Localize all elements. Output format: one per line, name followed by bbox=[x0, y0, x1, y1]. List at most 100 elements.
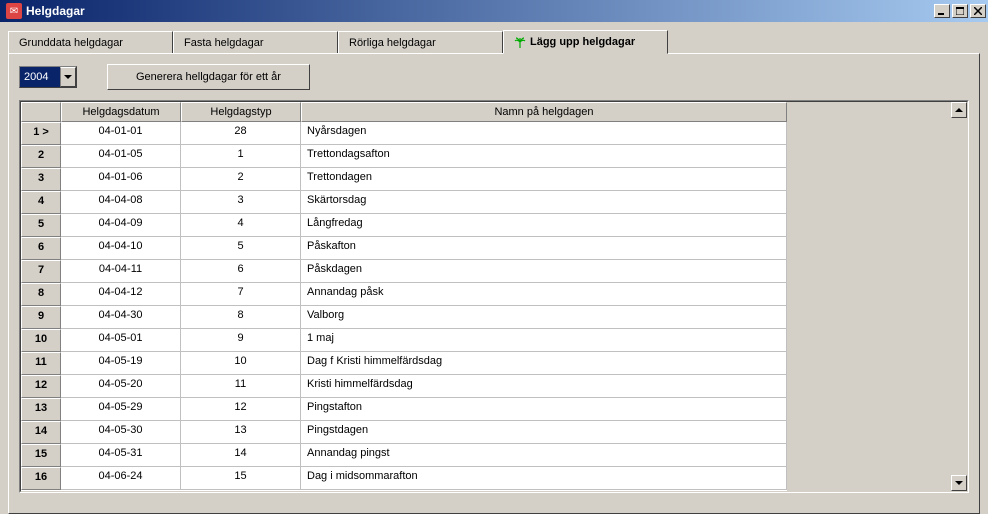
grid-header-rownum[interactable] bbox=[21, 102, 61, 122]
grid-header-name[interactable]: Namn på helgdagen bbox=[301, 102, 787, 122]
date-cell[interactable]: 04-05-01 bbox=[61, 329, 181, 352]
scroll-down-button[interactable] bbox=[951, 475, 967, 491]
table-row[interactable]: 504-04-094Långfredag bbox=[21, 214, 787, 237]
row-number-cell[interactable]: 1 > bbox=[21, 122, 61, 145]
type-cell[interactable]: 28 bbox=[181, 122, 301, 145]
type-cell[interactable]: 3 bbox=[181, 191, 301, 214]
date-cell[interactable]: 04-01-05 bbox=[61, 145, 181, 168]
name-cell[interactable]: 1 maj bbox=[301, 329, 787, 352]
table-row[interactable]: 1304-05-2912Pingstafton bbox=[21, 398, 787, 421]
grid: Helgdagsdatum Helgdagstyp Namn på helgda… bbox=[21, 102, 787, 491]
type-cell[interactable]: 7 bbox=[181, 283, 301, 306]
date-cell[interactable]: 04-04-30 bbox=[61, 306, 181, 329]
date-cell[interactable]: 04-06-24 bbox=[61, 467, 181, 490]
type-cell[interactable]: 13 bbox=[181, 421, 301, 444]
table-row[interactable]: 804-04-127Annandag påsk bbox=[21, 283, 787, 306]
tab-grunddata[interactable]: Grunddata helgdagar bbox=[8, 31, 173, 54]
type-cell[interactable]: 5 bbox=[181, 237, 301, 260]
tab-page: Generera hellgdagar för ett år Helgdagsd… bbox=[8, 53, 980, 514]
type-cell[interactable]: 2 bbox=[181, 168, 301, 191]
tab-rorliga[interactable]: Rörliga helgdagar bbox=[338, 31, 503, 54]
row-number-cell[interactable]: 2 bbox=[21, 145, 61, 168]
date-cell[interactable]: 04-01-01 bbox=[61, 122, 181, 145]
row-number-cell[interactable]: 16 bbox=[21, 467, 61, 490]
date-cell[interactable]: 04-04-08 bbox=[61, 191, 181, 214]
name-cell[interactable]: Trettondagen bbox=[301, 168, 787, 191]
name-cell[interactable]: Dag f Kristi himmelfärdsdag bbox=[301, 352, 787, 375]
table-row[interactable]: 904-04-308Valborg bbox=[21, 306, 787, 329]
type-cell[interactable]: 4 bbox=[181, 214, 301, 237]
name-cell[interactable]: Nyårsdagen bbox=[301, 122, 787, 145]
name-cell[interactable]: Långfredag bbox=[301, 214, 787, 237]
year-combo[interactable] bbox=[19, 66, 77, 88]
date-cell[interactable]: 04-04-09 bbox=[61, 214, 181, 237]
type-cell[interactable]: 8 bbox=[181, 306, 301, 329]
date-cell[interactable]: 04-05-19 bbox=[61, 352, 181, 375]
date-cell[interactable]: 04-04-10 bbox=[61, 237, 181, 260]
name-cell[interactable]: Trettondagsafton bbox=[301, 145, 787, 168]
type-cell[interactable]: 14 bbox=[181, 444, 301, 467]
table-row[interactable]: 1404-05-3013Pingstdagen bbox=[21, 421, 787, 444]
year-input[interactable] bbox=[20, 67, 60, 87]
date-cell[interactable]: 04-04-11 bbox=[61, 260, 181, 283]
row-number-cell[interactable]: 4 bbox=[21, 191, 61, 214]
type-cell[interactable]: 9 bbox=[181, 329, 301, 352]
table-row[interactable]: 704-04-116Påskdagen bbox=[21, 260, 787, 283]
row-number-cell[interactable]: 5 bbox=[21, 214, 61, 237]
name-cell[interactable]: Annandag pingst bbox=[301, 444, 787, 467]
name-cell[interactable]: Påskafton bbox=[301, 237, 787, 260]
type-cell[interactable]: 11 bbox=[181, 375, 301, 398]
table-row[interactable]: 604-04-105Påskafton bbox=[21, 237, 787, 260]
table-row[interactable]: 404-04-083Skärtorsdag bbox=[21, 191, 787, 214]
row-number-cell[interactable]: 11 bbox=[21, 352, 61, 375]
date-cell[interactable]: 04-05-30 bbox=[61, 421, 181, 444]
scroll-up-button[interactable] bbox=[951, 102, 967, 118]
table-row[interactable]: 1204-05-2011Kristi himmelfärdsdag bbox=[21, 375, 787, 398]
table-row[interactable]: 304-01-062Trettondagen bbox=[21, 168, 787, 191]
type-cell[interactable]: 1 bbox=[181, 145, 301, 168]
date-cell[interactable]: 04-05-20 bbox=[61, 375, 181, 398]
row-number-cell[interactable]: 3 bbox=[21, 168, 61, 191]
minimize-button[interactable] bbox=[934, 4, 950, 18]
row-number-cell[interactable]: 15 bbox=[21, 444, 61, 467]
grid-header-type[interactable]: Helgdagstyp bbox=[181, 102, 301, 122]
row-number-cell[interactable]: 14 bbox=[21, 421, 61, 444]
type-cell[interactable]: 12 bbox=[181, 398, 301, 421]
date-cell[interactable]: 04-04-12 bbox=[61, 283, 181, 306]
table-row[interactable]: 1104-05-1910Dag f Kristi himmelfärdsdag bbox=[21, 352, 787, 375]
type-cell[interactable]: 15 bbox=[181, 467, 301, 490]
row-number-cell[interactable]: 6 bbox=[21, 237, 61, 260]
name-cell[interactable]: Pingstafton bbox=[301, 398, 787, 421]
close-button[interactable] bbox=[970, 4, 986, 18]
row-number-cell[interactable]: 12 bbox=[21, 375, 61, 398]
name-cell[interactable]: Valborg bbox=[301, 306, 787, 329]
row-number-cell[interactable]: 13 bbox=[21, 398, 61, 421]
name-cell[interactable]: Påskdagen bbox=[301, 260, 787, 283]
type-cell[interactable]: 10 bbox=[181, 352, 301, 375]
type-cell[interactable]: 6 bbox=[181, 260, 301, 283]
tab-fasta[interactable]: Fasta helgdagar bbox=[173, 31, 338, 54]
name-cell[interactable]: Dag i midsommarafton bbox=[301, 467, 787, 490]
vertical-scrollbar[interactable] bbox=[951, 102, 967, 491]
table-row[interactable]: 1004-05-0191 maj bbox=[21, 329, 787, 352]
row-number-cell[interactable]: 10 bbox=[21, 329, 61, 352]
maximize-button[interactable] bbox=[952, 4, 968, 18]
name-cell[interactable]: Pingstdagen bbox=[301, 421, 787, 444]
year-dropdown-arrow[interactable] bbox=[60, 67, 76, 87]
table-row[interactable]: 1604-06-2415Dag i midsommarafton bbox=[21, 467, 787, 490]
date-cell[interactable]: 04-05-29 bbox=[61, 398, 181, 421]
grid-header-date[interactable]: Helgdagsdatum bbox=[61, 102, 181, 122]
row-number-cell[interactable]: 8 bbox=[21, 283, 61, 306]
table-row[interactable]: 204-01-051Trettondagsafton bbox=[21, 145, 787, 168]
name-cell[interactable]: Kristi himmelfärdsdag bbox=[301, 375, 787, 398]
date-cell[interactable]: 04-01-06 bbox=[61, 168, 181, 191]
row-number-cell[interactable]: 7 bbox=[21, 260, 61, 283]
table-row[interactable]: 1504-05-3114Annandag pingst bbox=[21, 444, 787, 467]
table-row[interactable]: 1 >04-01-0128Nyårsdagen bbox=[21, 122, 787, 145]
name-cell[interactable]: Skärtorsdag bbox=[301, 191, 787, 214]
date-cell[interactable]: 04-05-31 bbox=[61, 444, 181, 467]
tab-lagg-upp[interactable]: Lägg upp helgdagar bbox=[503, 30, 668, 54]
generate-button[interactable]: Generera hellgdagar för ett år bbox=[107, 64, 310, 90]
row-number-cell[interactable]: 9 bbox=[21, 306, 61, 329]
name-cell[interactable]: Annandag påsk bbox=[301, 283, 787, 306]
